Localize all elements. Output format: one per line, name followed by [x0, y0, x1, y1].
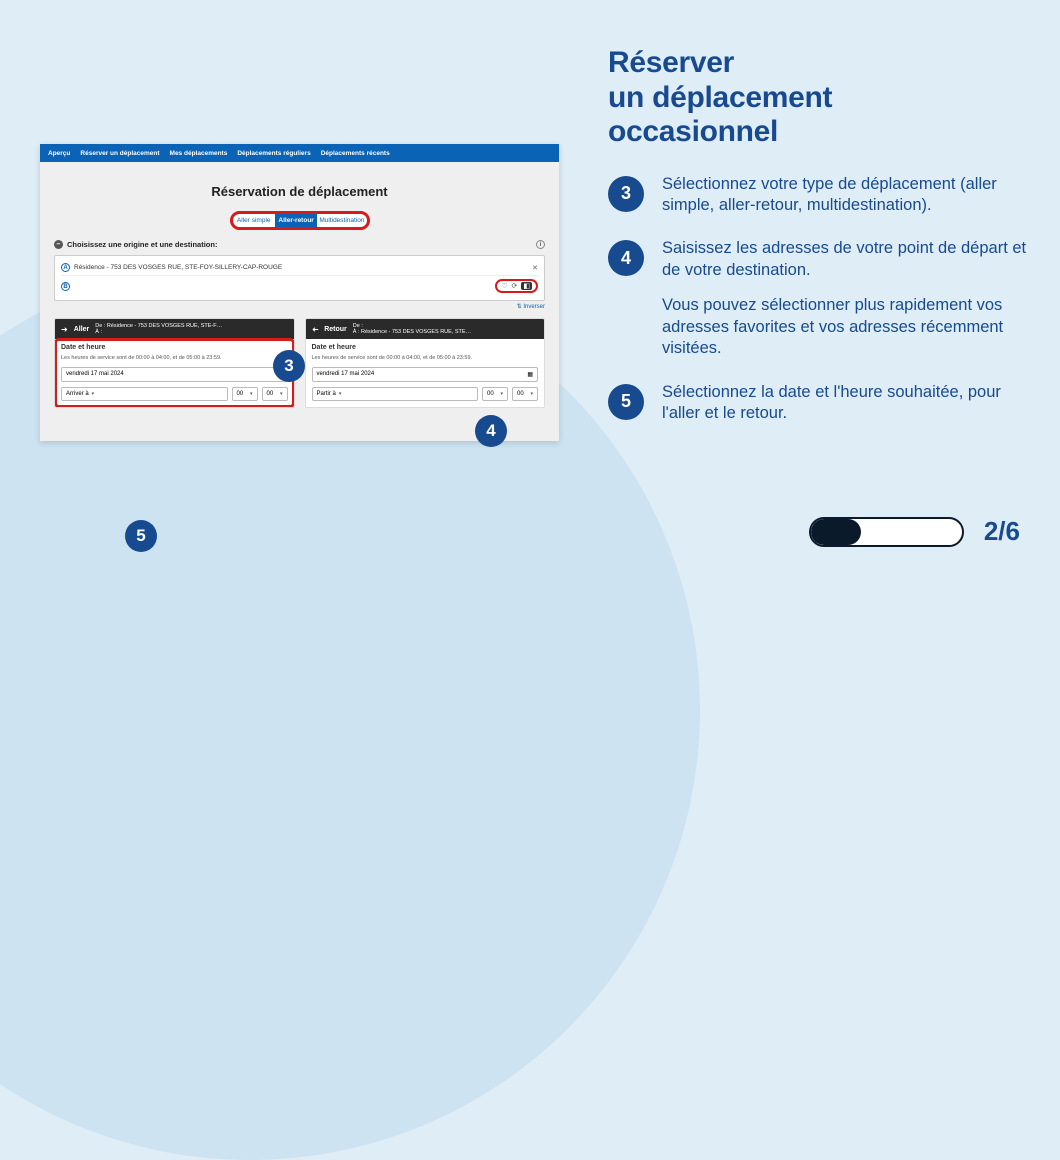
- origin-badge: A: [61, 263, 70, 272]
- origin-field[interactable]: A Résidence - 753 DES VOSGES RUE, STE-FO…: [61, 260, 538, 275]
- nav-reguliers[interactable]: Déplacements réguliers: [237, 150, 310, 157]
- aller-minute-select[interactable]: 00 ▾: [262, 387, 288, 401]
- progress-pill: [809, 517, 964, 547]
- heading-line1: Réserver: [608, 46, 734, 79]
- origin-destination-header: – Choisissez une origine et une destinat…: [54, 240, 545, 249]
- aller-hour-select[interactable]: 00 ▾: [232, 387, 258, 401]
- nav-reserver[interactable]: Réserver un déplacement: [80, 150, 159, 157]
- aller-mode-value: Arriver à: [66, 391, 89, 397]
- bookmark-icon[interactable]: ◧: [521, 282, 532, 290]
- recent-icon[interactable]: ⟳: [512, 282, 518, 290]
- step-4-extra: Vous pouvez sélectionner plus rapidement…: [662, 295, 1028, 359]
- callout-5-onshot: 5: [125, 520, 157, 552]
- origin-address: Résidence - 753 DES VOSGES RUE, STE-FOY-…: [74, 264, 282, 271]
- leg-aller-header: ➜ Aller De : Résidence - 753 DES VOSGES …: [55, 319, 294, 339]
- aller-date-input[interactable]: vendredi 17 mai 2024 ▦: [61, 367, 288, 382]
- progress-fill: [811, 519, 861, 545]
- chevron-down-icon: ▾: [92, 391, 95, 397]
- minus-icon[interactable]: –: [54, 240, 63, 249]
- trip-type-simple[interactable]: Aller simple: [233, 214, 275, 227]
- arrow-left-icon: ➜: [312, 325, 319, 334]
- nav-apercu[interactable]: Aperçu: [48, 150, 70, 157]
- retour-hour-value: 00: [487, 391, 494, 397]
- aller-a-label: À :: [95, 329, 102, 335]
- slide-footer: 2/6: [809, 516, 1020, 547]
- destination-field[interactable]: B ♡ ⟳ ◧: [61, 275, 538, 296]
- address-box: A Résidence - 753 DES VOSGES RUE, STE-FO…: [54, 255, 545, 301]
- nav-mes[interactable]: Mes déplacements: [170, 150, 228, 157]
- invert-link[interactable]: ⇅ Inverser: [54, 303, 545, 310]
- aller-minute-value: 00: [267, 391, 274, 397]
- retour-dateheure-label: Date et heure: [312, 344, 539, 351]
- retour-minute-value: 00: [517, 391, 524, 397]
- step-3: 3 Sélectionnez votre type de déplacement…: [608, 174, 1028, 217]
- chevron-down-icon: ▾: [280, 391, 283, 397]
- nav-recents[interactable]: Déplacements récents: [321, 150, 390, 157]
- retour-hours-note: Les heures de service sont de 00:00 à 04…: [312, 355, 539, 362]
- trip-type-segmented[interactable]: Aller simple Aller-retour Multidestinati…: [230, 211, 370, 230]
- chevron-down-icon: ▾: [339, 391, 342, 397]
- favorite-icon[interactable]: ♡: [501, 282, 507, 290]
- app-screenshot: Aperçu Réserver un déplacement Mes dépla…: [40, 144, 559, 441]
- aller-residence: Résidence - 753 DES VOSGES RUE, STE-F…: [107, 323, 222, 329]
- leg-retour: ➜ Retour De : À : Résidence - 753 DES VO…: [305, 318, 546, 408]
- step-5-badge: 5: [608, 384, 644, 420]
- arrow-right-icon: ➜: [61, 325, 68, 334]
- retour-minute-select[interactable]: 00 ▾: [512, 387, 538, 401]
- callout-3-onshot: 3: [273, 350, 305, 382]
- info-icon[interactable]: i: [536, 240, 545, 249]
- instructions-panel: Réserver un déplacement occasionnel 3 Sé…: [608, 46, 1028, 446]
- step-3-badge: 3: [608, 176, 644, 212]
- step-4-text: Saisissez les adresses de votre point de…: [662, 239, 1026, 278]
- retour-a-label: À :: [353, 329, 360, 335]
- step-5-text: Sélectionnez la date et l'heure souhaité…: [662, 382, 1028, 425]
- quick-address-buttons: ♡ ⟳ ◧: [495, 279, 538, 293]
- origin-label: Choisissez une origine et une destinatio…: [67, 240, 217, 249]
- retour-date-input[interactable]: vendredi 17 mai 2024 ▦: [312, 367, 539, 382]
- heading-line2: un déplacement: [608, 81, 832, 114]
- callout-4-onshot: 4: [475, 415, 507, 447]
- retour-residence: Résidence - 753 DES VOSGES RUE, STE…: [361, 329, 471, 335]
- heading: Réserver un déplacement occasionnel: [608, 46, 1028, 150]
- retour-mode-select[interactable]: Partir à▾: [312, 387, 479, 401]
- leg-retour-label: Retour: [324, 326, 347, 333]
- retour-mode-value: Partir à: [317, 391, 336, 397]
- chevron-down-icon: ▾: [530, 391, 533, 397]
- aller-date-value: vendredi 17 mai 2024: [66, 371, 124, 377]
- step-3-text: Sélectionnez votre type de déplacement (…: [662, 174, 1028, 217]
- aller-mode-select[interactable]: Arriver à▾: [61, 387, 228, 401]
- trip-type-aller-retour[interactable]: Aller-retour: [275, 214, 317, 227]
- retour-date-value: vendredi 17 mai 2024: [317, 371, 375, 377]
- clear-origin-icon[interactable]: ✕: [532, 264, 538, 272]
- leg-retour-header: ➜ Retour De : À : Résidence - 753 DES VO…: [306, 319, 545, 339]
- chevron-down-icon: ▾: [250, 391, 253, 397]
- leg-aller-label: Aller: [74, 326, 90, 333]
- aller-hour-value: 00: [237, 391, 244, 397]
- page-indicator: 2/6: [984, 516, 1020, 547]
- destination-badge: B: [61, 282, 70, 291]
- page-title: Réservation de déplacement: [40, 184, 559, 199]
- step-4: 4 Saisissez les adresses de votre point …: [608, 238, 1028, 359]
- retour-hour-select[interactable]: 00 ▾: [482, 387, 508, 401]
- app-navbar: Aperçu Réserver un déplacement Mes dépla…: [40, 144, 559, 162]
- trip-type-multi[interactable]: Multidestination: [317, 214, 366, 227]
- step-4-badge: 4: [608, 240, 644, 276]
- leg-aller: ➜ Aller De : Résidence - 753 DES VOSGES …: [54, 318, 295, 408]
- aller-dateheure-label: Date et heure: [61, 344, 288, 351]
- aller-hours-note: Les heures de service sont de 00:00 à 04…: [61, 355, 288, 362]
- chevron-down-icon: ▾: [500, 391, 503, 397]
- calendar-icon[interactable]: ▦: [527, 371, 533, 378]
- heading-line3: occasionnel: [608, 115, 778, 148]
- step-5: 5 Sélectionnez la date et l'heure souhai…: [608, 382, 1028, 425]
